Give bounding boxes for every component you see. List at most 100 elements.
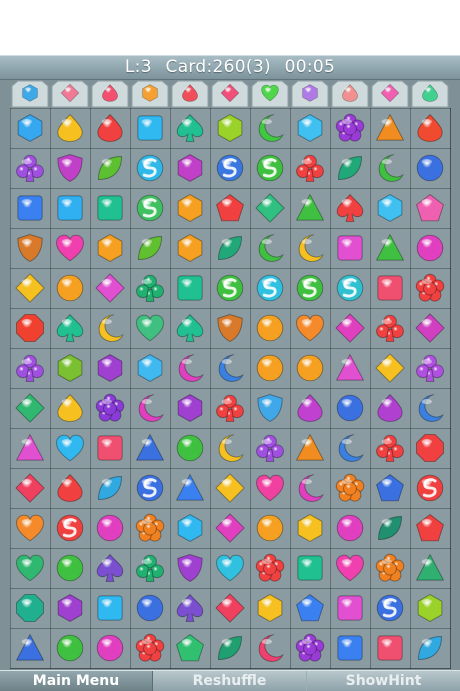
board-tile[interactable] [90,628,130,668]
board-tile[interactable] [250,468,290,508]
board-tile[interactable] [50,228,90,268]
board-tile[interactable] [170,548,210,588]
board-tile[interactable] [370,308,410,348]
board-tile[interactable] [50,148,90,188]
board-tile[interactable] [50,348,90,388]
board-tile[interactable] [130,548,170,588]
board-tile[interactable] [50,428,90,468]
board-tile[interactable] [50,268,90,308]
board-tile[interactable] [210,508,250,548]
board-tile[interactable] [290,228,330,268]
board-tile[interactable] [250,348,290,388]
board-tile[interactable] [10,468,50,508]
board-tile[interactable] [90,348,130,388]
board-tile[interactable] [170,228,210,268]
board-tile[interactable] [130,588,170,628]
board-tile[interactable] [210,188,250,228]
board-tile[interactable] [50,548,90,588]
board-tile[interactable] [410,508,450,548]
board-tile[interactable] [250,628,290,668]
board-tile[interactable] [410,188,450,228]
reserve-tile[interactable] [130,80,170,108]
board-tile[interactable] [330,188,370,228]
show-hint-button[interactable]: ShowHint [307,671,460,691]
board-tile[interactable] [170,588,210,628]
board-tile[interactable] [290,268,330,308]
board-tile[interactable] [410,388,450,428]
board-tile[interactable] [210,548,250,588]
board-tile[interactable] [170,388,210,428]
board-tile[interactable] [90,268,130,308]
main-menu-button[interactable]: Main Menu [0,671,153,691]
board-tile[interactable] [330,548,370,588]
board-tile[interactable] [130,508,170,548]
board-tile[interactable] [130,428,170,468]
board-tile[interactable] [210,588,250,628]
reserve-tile[interactable] [410,80,450,108]
board-tile[interactable] [290,148,330,188]
board-tile[interactable] [370,348,410,388]
reserve-tile[interactable] [170,80,210,108]
board-tile[interactable] [330,388,370,428]
board-tile[interactable] [50,508,90,548]
board-tile[interactable] [330,308,370,348]
board-tile[interactable] [410,108,450,148]
board-tile[interactable] [170,308,210,348]
board-tile[interactable] [250,188,290,228]
board-tile[interactable] [250,228,290,268]
reserve-tile[interactable] [330,80,370,108]
board-tile[interactable] [370,628,410,668]
board-tile[interactable] [290,588,330,628]
board-tile[interactable] [330,628,370,668]
board-tile[interactable] [410,148,450,188]
board-tile[interactable] [250,148,290,188]
board-tile[interactable] [250,388,290,428]
board-tile[interactable] [130,348,170,388]
board-tile[interactable] [410,588,450,628]
reserve-tile[interactable] [90,80,130,108]
board-tile[interactable] [170,268,210,308]
board-tile[interactable] [90,188,130,228]
board-tile[interactable] [210,228,250,268]
board-tile[interactable] [50,308,90,348]
board-tile[interactable] [330,428,370,468]
board-tile[interactable] [130,388,170,428]
board-tile[interactable] [90,108,130,148]
board-tile[interactable] [290,348,330,388]
board-tile[interactable] [170,188,210,228]
board-tile[interactable] [10,228,50,268]
board-tile[interactable] [90,308,130,348]
board-tile[interactable] [210,468,250,508]
board-tile[interactable] [250,108,290,148]
board-tile[interactable] [410,228,450,268]
board-tile[interactable] [330,108,370,148]
board-tile[interactable] [330,348,370,388]
board-tile[interactable] [410,308,450,348]
board-tile[interactable] [210,308,250,348]
board-tile[interactable] [290,548,330,588]
board-tile[interactable] [10,628,50,668]
board-tile[interactable] [130,108,170,148]
board-tile[interactable] [290,308,330,348]
board-tile[interactable] [10,148,50,188]
board-tile[interactable] [90,588,130,628]
board-tile[interactable] [130,188,170,228]
board-tile[interactable] [370,188,410,228]
board-tile[interactable] [50,468,90,508]
reserve-tile[interactable] [210,80,250,108]
board-tile[interactable] [330,148,370,188]
board-tile[interactable] [370,468,410,508]
board-tile[interactable] [210,428,250,468]
board-tile[interactable] [10,588,50,628]
board-tile[interactable] [370,268,410,308]
board-tile[interactable] [410,468,450,508]
board-tile[interactable] [290,508,330,548]
board-tile[interactable] [290,468,330,508]
board-tile[interactable] [130,628,170,668]
board-tile[interactable] [370,148,410,188]
board-tile[interactable] [250,428,290,468]
board-tile[interactable] [250,308,290,348]
board-tile[interactable] [130,268,170,308]
reserve-tile[interactable] [10,80,50,108]
board-tile[interactable] [410,548,450,588]
